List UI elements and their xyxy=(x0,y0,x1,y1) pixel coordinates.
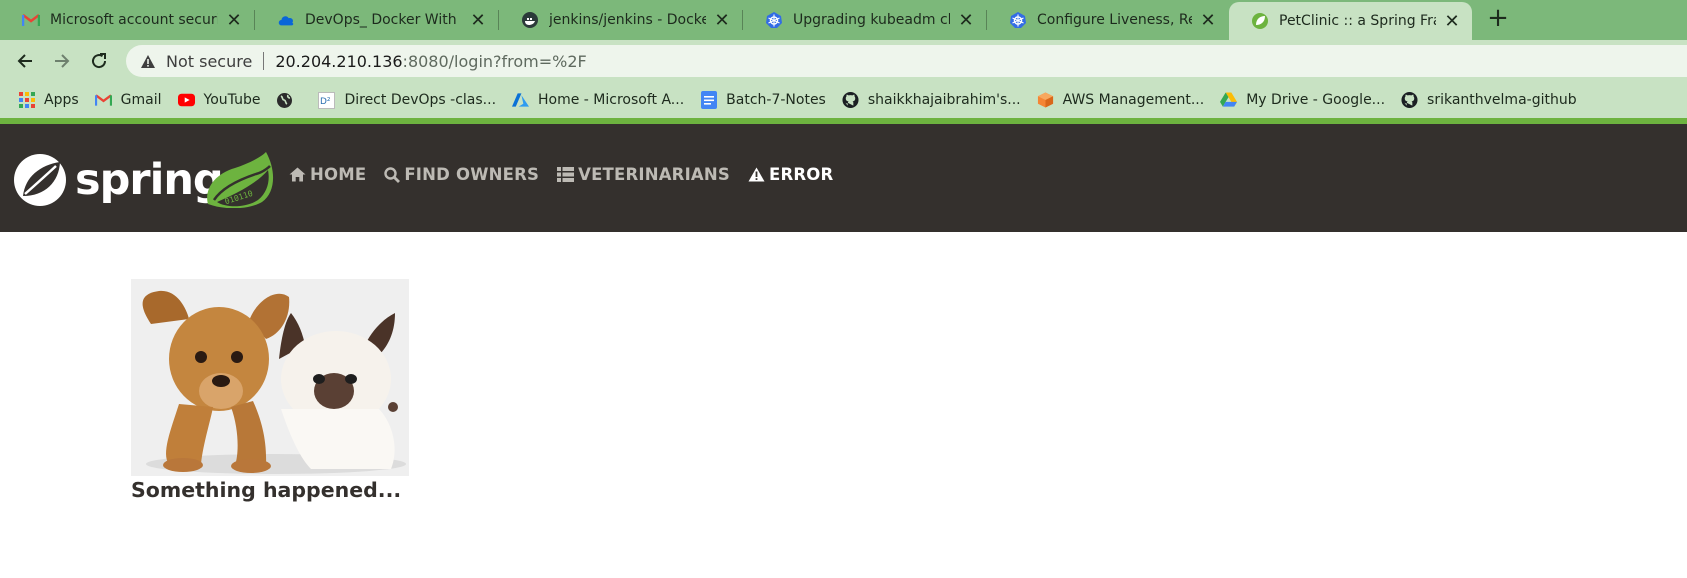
warning-icon xyxy=(748,167,765,182)
kubernetes-icon xyxy=(765,11,783,29)
bookmark-azure[interactable]: Home - Microsoft A... xyxy=(512,92,684,109)
app-navbar: spring 010110 HOME FIND OWNERS VETERINAR… xyxy=(0,124,1687,232)
gmail-icon xyxy=(94,92,112,109)
google-docs-icon xyxy=(700,91,717,109)
aws-icon xyxy=(1037,92,1054,109)
globe-icon xyxy=(276,92,293,109)
bookmark-apps[interactable]: Apps xyxy=(18,92,79,109)
pets-image xyxy=(131,279,409,476)
bookmark-label: Direct DevOps -clas... xyxy=(344,92,497,108)
reload-button[interactable] xyxy=(86,48,112,74)
bookmark-label: srikanthvelma-github xyxy=(1427,92,1577,108)
new-tab-button[interactable]: + xyxy=(1484,5,1512,33)
home-icon xyxy=(289,167,306,182)
security-label[interactable]: Not secure xyxy=(166,52,252,71)
tab-title: DevOps_ Docker With K8ts xyxy=(305,12,462,28)
browser-tab[interactable]: DevOps_ Docker With K8ts ✕ xyxy=(255,0,498,40)
browser-tab[interactable]: Configure Liveness, Readine ✕ xyxy=(987,0,1228,40)
bookmark-label: My Drive - Google... xyxy=(1246,92,1386,108)
tab-title: PetClinic :: a Spring Framew xyxy=(1279,13,1436,29)
close-icon[interactable]: ✕ xyxy=(956,10,976,31)
tab-title: Microsoft account security c xyxy=(50,12,218,28)
bookmark-label: Apps xyxy=(44,92,79,108)
main-menu: HOME FIND OWNERS VETERINARIANS ERROR xyxy=(289,165,851,184)
nav-error[interactable]: ERROR xyxy=(748,165,833,184)
bookmark-batch-notes[interactable]: Batch-7-Notes xyxy=(700,91,826,109)
nav-veterinarians[interactable]: VETERINARIANS xyxy=(557,165,730,184)
close-icon[interactable]: ✕ xyxy=(468,10,488,31)
nav-label: ERROR xyxy=(769,165,834,184)
nav-label: HOME xyxy=(310,165,367,184)
github-icon xyxy=(1401,91,1418,109)
back-button[interactable] xyxy=(12,48,38,74)
error-heading: Something happened... xyxy=(131,478,402,502)
browser-tab[interactable]: jenkins/jenkins - Docker Im ✕ xyxy=(499,0,742,40)
nav-home[interactable]: HOME xyxy=(289,165,366,184)
gmail-icon xyxy=(22,11,40,29)
spring-logo[interactable]: spring 010110 xyxy=(12,152,282,209)
bookmark-globe[interactable] xyxy=(276,92,302,109)
browser-tab[interactable]: Upgrading kubeadm cluster ✕ xyxy=(743,0,986,40)
kubernetes-icon xyxy=(1009,11,1027,29)
browser-tab-active[interactable]: PetClinic :: a Spring Framew ✕ xyxy=(1229,2,1472,40)
tab-title: Configure Liveness, Readine xyxy=(1037,12,1192,28)
bookmark-label: YouTube xyxy=(203,92,261,108)
nav-label: FIND OWNERS xyxy=(404,165,540,184)
bookmark-youtube[interactable]: YouTube xyxy=(177,92,261,109)
search-icon xyxy=(384,166,401,183)
spring-leaf-logo: spring 010110 xyxy=(14,152,274,209)
list-icon xyxy=(557,167,575,182)
google-drive-icon xyxy=(1220,92,1238,109)
omnibox-divider xyxy=(263,52,265,70)
tab-title: jenkins/jenkins - Docker Im xyxy=(549,12,706,28)
arrow-left-icon xyxy=(17,54,32,68)
tab-title: Upgrading kubeadm cluster xyxy=(793,12,950,28)
spring-icon xyxy=(1251,12,1269,30)
docker-icon xyxy=(521,11,539,29)
close-icon[interactable]: ✕ xyxy=(1442,11,1462,32)
close-icon[interactable]: ✕ xyxy=(1198,10,1218,31)
warning-icon xyxy=(141,54,155,68)
url-path: :8080/login?from=%2F xyxy=(402,51,587,71)
dog-and-cat-illustration xyxy=(131,279,409,476)
bookmark-aws[interactable]: AWS Management... xyxy=(1037,92,1205,109)
reload-icon xyxy=(92,53,107,69)
browser-tab-strip: Microsoft account security c ✕ DevOps_ D… xyxy=(0,0,1687,40)
bookmark-label: Batch-7-Notes xyxy=(726,92,826,108)
spring-wordmark: spring xyxy=(75,155,223,205)
bookmark-github-shaik[interactable]: shaikkhajaibrahim's... xyxy=(842,91,1021,109)
browser-tab[interactable]: Microsoft account security c ✕ xyxy=(0,0,254,40)
close-icon[interactable]: ✕ xyxy=(712,10,732,31)
apps-grid-icon xyxy=(18,92,35,109)
bookmark-google-drive[interactable]: My Drive - Google... xyxy=(1220,92,1385,109)
address-bar[interactable]: Not secure 20.204.210.136 :8080/login?fr… xyxy=(126,45,1687,77)
arrow-right-icon xyxy=(55,54,70,68)
svg-text:D²: D² xyxy=(320,97,331,107)
bookmarks-bar: Apps Gmail YouTube D² Direct DevOps -cla… xyxy=(0,82,1687,118)
url-host: 20.204.210.136 xyxy=(275,51,403,71)
direct-devops-icon: D² xyxy=(318,91,336,109)
nav-label: VETERINARIANS xyxy=(578,165,730,184)
bookmark-direct-devops[interactable]: D² Direct DevOps -clas... xyxy=(318,91,497,109)
nav-find-owners[interactable]: FIND OWNERS xyxy=(384,165,539,184)
browser-toolbar: Not secure 20.204.210.136 :8080/login?fr… xyxy=(0,40,1687,82)
bookmark-gmail[interactable]: Gmail xyxy=(94,92,162,109)
bookmark-label: Home - Microsoft A... xyxy=(538,92,685,108)
onedrive-icon xyxy=(277,11,295,29)
github-icon xyxy=(842,91,859,109)
bookmark-label: Gmail xyxy=(120,92,162,108)
close-icon[interactable]: ✕ xyxy=(224,10,244,31)
forward-button[interactable] xyxy=(49,48,75,74)
youtube-icon xyxy=(177,92,195,109)
bookmark-label: AWS Management... xyxy=(1062,92,1205,108)
bookmark-github-srikanth[interactable]: srikanthvelma-github xyxy=(1401,91,1577,109)
azure-icon xyxy=(512,92,530,109)
bookmark-label: shaikkhajaibrahim's... xyxy=(867,92,1021,108)
